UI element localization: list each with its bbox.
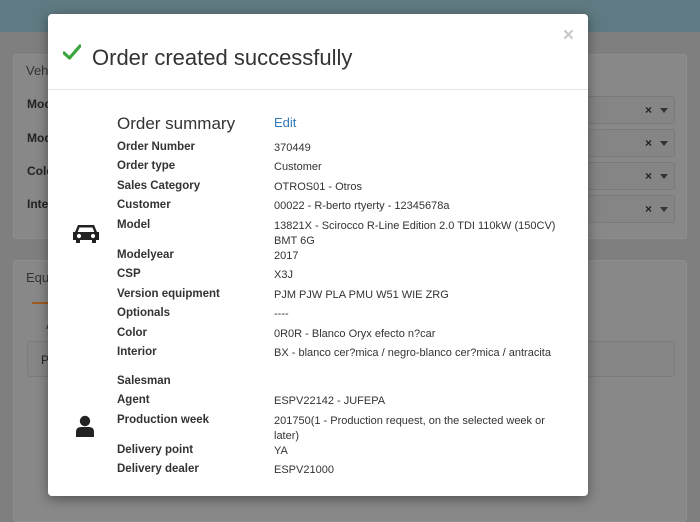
row-label: CSP xyxy=(117,268,141,280)
chevron-down-icon[interactable] xyxy=(660,207,668,212)
chevron-down-icon[interactable] xyxy=(660,174,668,179)
row-value: 0R0R - Blanco Oryx efecto n?car xyxy=(274,328,436,340)
row-value: BX - blanco cer?mica / negro-blanco cer?… xyxy=(274,347,551,359)
clear-icon[interactable]: × xyxy=(645,136,652,150)
row-label: Order Number xyxy=(117,141,195,153)
row-label: Agent xyxy=(117,394,150,406)
row-value: ESPV22142 - JUFEPA xyxy=(274,395,386,407)
row-label: Order type xyxy=(117,160,176,172)
modal-header: Order created successfully × xyxy=(48,14,588,90)
row-value: ESPV21000 xyxy=(274,464,334,476)
row-value: ---- xyxy=(274,308,289,320)
section-title: Order summary xyxy=(117,114,236,133)
row-label: Delivery point xyxy=(117,444,194,456)
row-value: 2017 xyxy=(274,250,299,262)
order-success-modal: Order created successfully × Order summa… xyxy=(48,14,588,496)
row-value: Customer xyxy=(274,161,322,173)
car-icon xyxy=(73,225,99,243)
row-label: Customer xyxy=(117,199,171,211)
check-icon xyxy=(63,44,81,60)
row-label: Optionals xyxy=(117,307,171,319)
bg-field-label: Inte xyxy=(27,197,49,211)
user-icon xyxy=(76,415,94,437)
row-label: Salesman xyxy=(117,375,171,387)
row-label: Color xyxy=(117,327,148,339)
row-label: Modelyear xyxy=(117,249,174,261)
equipment-panel-header: Equ xyxy=(26,270,50,285)
clear-icon[interactable]: × xyxy=(645,169,652,183)
clear-icon[interactable]: × xyxy=(645,103,652,117)
close-button[interactable]: × xyxy=(563,26,574,45)
vehicle-panel-header: Veh xyxy=(26,63,49,78)
row-value: 13821X - Scirocco R-Line Edition 2.0 TDI… xyxy=(274,220,556,247)
row-value: PJM PJW PLA PMU W51 WIE ZRG xyxy=(274,289,449,301)
modal-title: Order created successfully xyxy=(92,45,353,70)
row-label: Delivery dealer xyxy=(117,463,199,475)
chevron-down-icon[interactable] xyxy=(660,141,668,146)
row-label: Interior xyxy=(117,346,157,358)
row-label: Production week xyxy=(117,414,210,426)
row-label: Model xyxy=(117,219,151,231)
row-value: OTROS01 - Otros xyxy=(274,181,363,193)
row-value: 370449 xyxy=(274,142,311,154)
row-value: 201750(1 - Production request, on the se… xyxy=(274,415,545,442)
clear-icon[interactable]: × xyxy=(645,202,652,216)
row-value: YA xyxy=(274,445,288,457)
row-value: 00022 - R-berto rtyerty - 12345678a xyxy=(274,200,450,212)
chevron-down-icon[interactable] xyxy=(660,108,668,113)
row-label: Sales Category xyxy=(117,180,201,192)
row-value: X3J xyxy=(274,269,293,281)
row-label: Version equipment xyxy=(117,288,220,300)
edit-link[interactable]: Edit xyxy=(274,115,296,130)
